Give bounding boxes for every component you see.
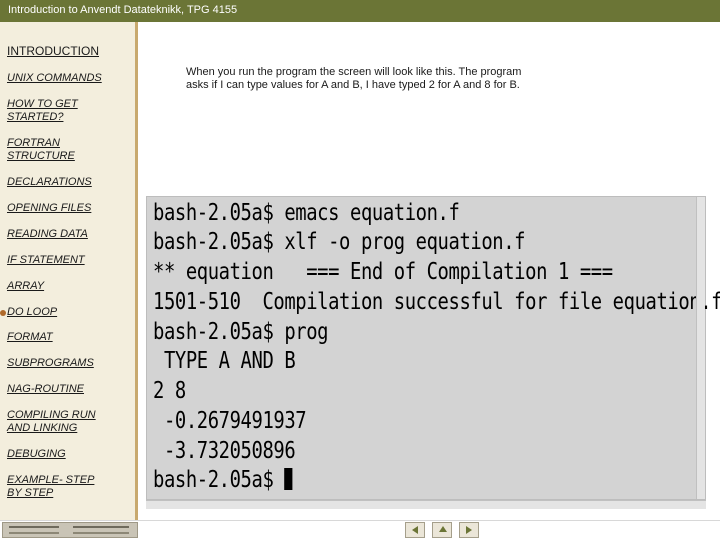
text-cursor xyxy=(284,468,293,490)
description-text: When you run the program the screen will… xyxy=(186,66,522,91)
terminal-line: 1501-510 Compilation successful for file… xyxy=(153,289,720,315)
sidebar-item-subprograms[interactable]: SUBPROGRAMS xyxy=(7,357,135,370)
home-button[interactable] xyxy=(432,522,452,538)
terminal-line: -3.732050896 xyxy=(153,438,296,464)
arrow-left-icon xyxy=(412,526,418,534)
sidebar-item-reading-data[interactable]: READING DATA xyxy=(7,228,135,241)
sidebar-item-array[interactable]: ARRAY xyxy=(7,280,135,293)
sidebar-item-how-to-get-started[interactable]: HOW TO GET STARTED? xyxy=(7,98,107,124)
arrow-right-icon xyxy=(466,526,472,534)
vertical-scrollbar[interactable] xyxy=(696,197,705,499)
terminal-screenshot: bash-2.05a$ emacs equation.f bash-2.05a$… xyxy=(146,196,720,500)
terminal-line: bash-2.05a$ emacs equation.f xyxy=(153,200,460,226)
logo-mark xyxy=(9,532,59,534)
terminal-prompt: bash-2.05a$ xyxy=(153,467,285,493)
sidebar-item-example-step-by-step[interactable]: EXAMPLE- STEP BY STEP xyxy=(7,474,99,500)
terminal-line: ** equation === End of Compilation 1 === xyxy=(153,259,613,285)
sidebar-item-declarations[interactable]: DECLARATIONS xyxy=(7,176,135,189)
sidebar xyxy=(0,22,138,520)
title-bar: Introduction to Anvendt Datateknikk, TPG… xyxy=(0,0,720,22)
prev-button[interactable] xyxy=(405,522,425,538)
sidebar-item-unix-commands[interactable]: UNIX COMMANDS xyxy=(7,72,135,85)
logo-mark xyxy=(73,532,129,534)
terminal-line: -0.2679491937 xyxy=(153,408,307,434)
next-button[interactable] xyxy=(459,522,479,538)
logo-mark xyxy=(73,526,129,528)
sidebar-item-if-statement[interactable]: IF STATEMENT xyxy=(7,254,135,267)
terminal-line: 2 8 xyxy=(153,378,186,404)
sidebar-item-introduction[interactable]: INTRODUCTION xyxy=(7,45,135,58)
terminal-prompt-line: bash-2.05a$ xyxy=(153,466,293,494)
terminal-line: TYPE A AND B xyxy=(153,348,296,374)
page-title: Introduction to Anvendt Datateknikk, TPG… xyxy=(8,4,238,16)
terminal-line: bash-2.05a$ prog xyxy=(153,319,329,345)
horizontal-scrollbar[interactable] xyxy=(146,500,706,509)
sidebar-item-fortran-structure[interactable]: FORTRAN STRUCTURE xyxy=(7,137,97,163)
sidebar-item-nag-routine[interactable]: NAG-ROUTINE xyxy=(7,383,135,396)
terminal-line: bash-2.05a$ xlf -o prog equation.f xyxy=(153,229,526,255)
arrow-up-icon xyxy=(439,526,447,532)
bullet-icon xyxy=(0,310,6,316)
sidebar-item-compiling-run-and-linking[interactable]: COMPILING RUN AND LINKING xyxy=(7,409,117,435)
sidebar-item-debuging[interactable]: DEBUGING xyxy=(7,448,135,461)
sidebar-item-format[interactable]: FORMAT xyxy=(7,331,135,344)
sidebar-item-opening-files[interactable]: OPENING FILES xyxy=(7,202,135,215)
sidebar-item-do-loop[interactable]: DO LOOP xyxy=(7,306,135,319)
logo-mark xyxy=(9,526,59,528)
footer-logo xyxy=(2,522,138,538)
